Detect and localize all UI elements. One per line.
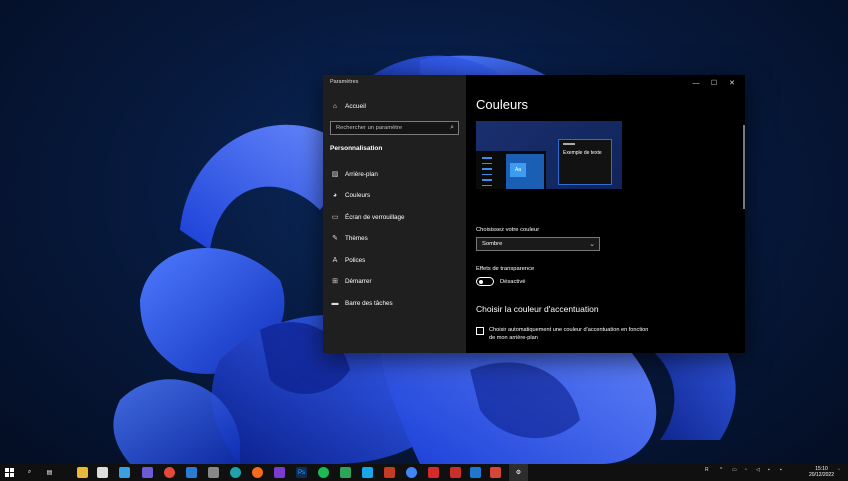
maximize-icon[interactable]: ☐	[705, 77, 723, 89]
sidebar-item-label: Polices	[345, 256, 366, 264]
sidebar-item-label: Écran de verrouillage	[345, 213, 405, 221]
start-icon[interactable]	[4, 467, 15, 478]
auto-accent-row: Choisir automatiquement une couleur d'ac…	[476, 326, 686, 342]
sidebar-item-label: Arrière-plan	[345, 170, 378, 178]
photoshop-icon[interactable]: Ps	[296, 467, 307, 478]
preview-text: Exemple de texte	[563, 150, 602, 156]
search-icon[interactable]: ⌕	[24, 467, 35, 478]
page-title: Couleurs	[476, 97, 529, 112]
app-icon[interactable]	[142, 467, 153, 478]
sidebar-item-start[interactable]: ⊞ Démarrer	[330, 276, 372, 286]
chrome-icon[interactable]	[164, 467, 175, 478]
section-title: Personnalisation	[330, 145, 383, 152]
toggle-state-label: Désactivé	[500, 278, 526, 285]
app-icon[interactable]	[340, 467, 351, 478]
language-indicator[interactable]: R	[705, 467, 709, 473]
preview-window: Exemple de texte	[558, 139, 612, 185]
sidebar-item-label: Démarrer	[345, 277, 372, 285]
gmail-icon[interactable]	[490, 467, 501, 478]
sidebar-item-home[interactable]: ⌂ Accueil	[330, 101, 366, 111]
preview-tile: Aa	[510, 163, 526, 177]
preview-window-bar	[563, 143, 575, 145]
theme-preview: Aa Exemple de texte	[476, 121, 622, 189]
content-pane: — ☐ ✕ Couleurs Aa Exemple de texte Chois…	[466, 75, 745, 353]
sidebar-item-taskbar[interactable]: ▬ Barre des tâches	[330, 298, 393, 308]
app-tray-icon[interactable]: ▪	[768, 467, 770, 473]
task-view-icon[interactable]: ▤	[44, 467, 55, 478]
app-icon[interactable]	[274, 467, 285, 478]
app-icon[interactable]	[208, 467, 219, 478]
close-icon[interactable]: ✕	[723, 77, 741, 89]
taskbar-icon: ▬	[331, 299, 339, 307]
network-icon[interactable]: ◔	[744, 467, 747, 473]
sidebar-item-lockscreen[interactable]: ▭ Écran de verrouillage	[330, 212, 405, 222]
dropdown-value: Sombre	[482, 241, 503, 247]
app-icon[interactable]	[428, 467, 439, 478]
battery-icon[interactable]: ▭	[732, 467, 737, 473]
preview-menu-lines	[482, 157, 492, 189]
palette-icon: ◕	[332, 191, 338, 199]
transparency-label: Effets de transparence	[476, 266, 535, 272]
scrollbar[interactable]	[743, 125, 745, 209]
app-icon[interactable]	[450, 467, 461, 478]
clock[interactable]: 15:10 20/12/2022	[809, 466, 834, 478]
clock-date: 20/12/2022	[808, 472, 834, 478]
edge-icon[interactable]	[230, 467, 241, 478]
auto-accent-text: Choisir automatiquement une couleur d'ac…	[489, 326, 648, 342]
sidebar: Paramètres ⌂ Accueil Rechercher un param…	[323, 75, 466, 353]
sidebar-item-label: Accueil	[345, 102, 366, 110]
auto-accent-line1: Choisir automatiquement une couleur d'ac…	[489, 327, 649, 333]
choose-color-label: Choisissez votre couleur	[476, 227, 540, 233]
auto-accent-checkbox[interactable]	[476, 327, 484, 335]
filezilla-icon[interactable]	[384, 467, 395, 478]
app-icon[interactable]	[119, 467, 130, 478]
notification-icon[interactable]: ▫	[838, 467, 840, 473]
chevron-up-icon[interactable]: ^	[720, 467, 722, 473]
app-tray-icon[interactable]: ▪	[780, 467, 782, 473]
notepad-icon[interactable]	[97, 467, 108, 478]
window-title: Paramètres	[330, 79, 359, 85]
sidebar-item-label: Thèmes	[345, 234, 368, 242]
taskbar: ⌕ ▤ Ps ⚙ R ^ ▭ ◔ ◁ ▪ ▪ 15:10 20/12/2022 …	[0, 464, 848, 481]
sidebar-item-colors[interactable]: ◕ Couleurs	[330, 190, 370, 200]
sidebar-item-fonts[interactable]: A Polices	[330, 255, 366, 265]
firefox-icon[interactable]	[252, 467, 263, 478]
accent-heading: Choisir la couleur d'accentuation	[476, 304, 599, 314]
lockscreen-icon: ▭	[331, 214, 339, 221]
sidebar-item-themes[interactable]: ✎ Thèmes	[330, 233, 368, 243]
auto-accent-line2: de mon arrière-plan	[489, 335, 538, 341]
color-mode-dropdown[interactable]: Sombre ⌄	[476, 237, 600, 251]
home-icon: ⌂	[333, 102, 337, 110]
mail-icon[interactable]	[186, 467, 197, 478]
sidebar-item-label: Barre des tâches	[345, 299, 393, 307]
search-icon: ⌕	[450, 124, 454, 131]
image-icon: ▨	[331, 171, 339, 178]
sidebar-item-label: Couleurs	[345, 191, 371, 199]
gear-icon[interactable]: ⚙	[513, 467, 524, 478]
vscode-icon[interactable]	[470, 467, 481, 478]
spotify-icon[interactable]	[318, 467, 329, 478]
start-icon: ⊞	[332, 278, 338, 285]
transparency-toggle[interactable]	[476, 277, 494, 286]
window-controls: — ☐ ✕	[687, 77, 741, 89]
chrome-icon[interactable]	[406, 467, 417, 478]
search-placeholder: Rechercher un paramètre	[336, 125, 403, 131]
transparency-toggle-row: Désactivé	[476, 277, 525, 286]
volume-icon[interactable]: ◁	[756, 467, 760, 473]
search-input[interactable]: Rechercher un paramètre ⌕	[330, 121, 459, 135]
settings-window: Paramètres ⌂ Accueil Rechercher un param…	[323, 75, 745, 353]
minimize-icon[interactable]: —	[687, 77, 705, 89]
app-icon[interactable]	[362, 467, 373, 478]
chevron-down-icon: ⌄	[589, 241, 595, 248]
fonts-icon: A	[332, 256, 338, 264]
file-explorer-icon[interactable]	[77, 467, 88, 478]
sidebar-item-background[interactable]: ▨ Arrière-plan	[330, 169, 378, 179]
brush-icon: ✎	[332, 235, 338, 242]
